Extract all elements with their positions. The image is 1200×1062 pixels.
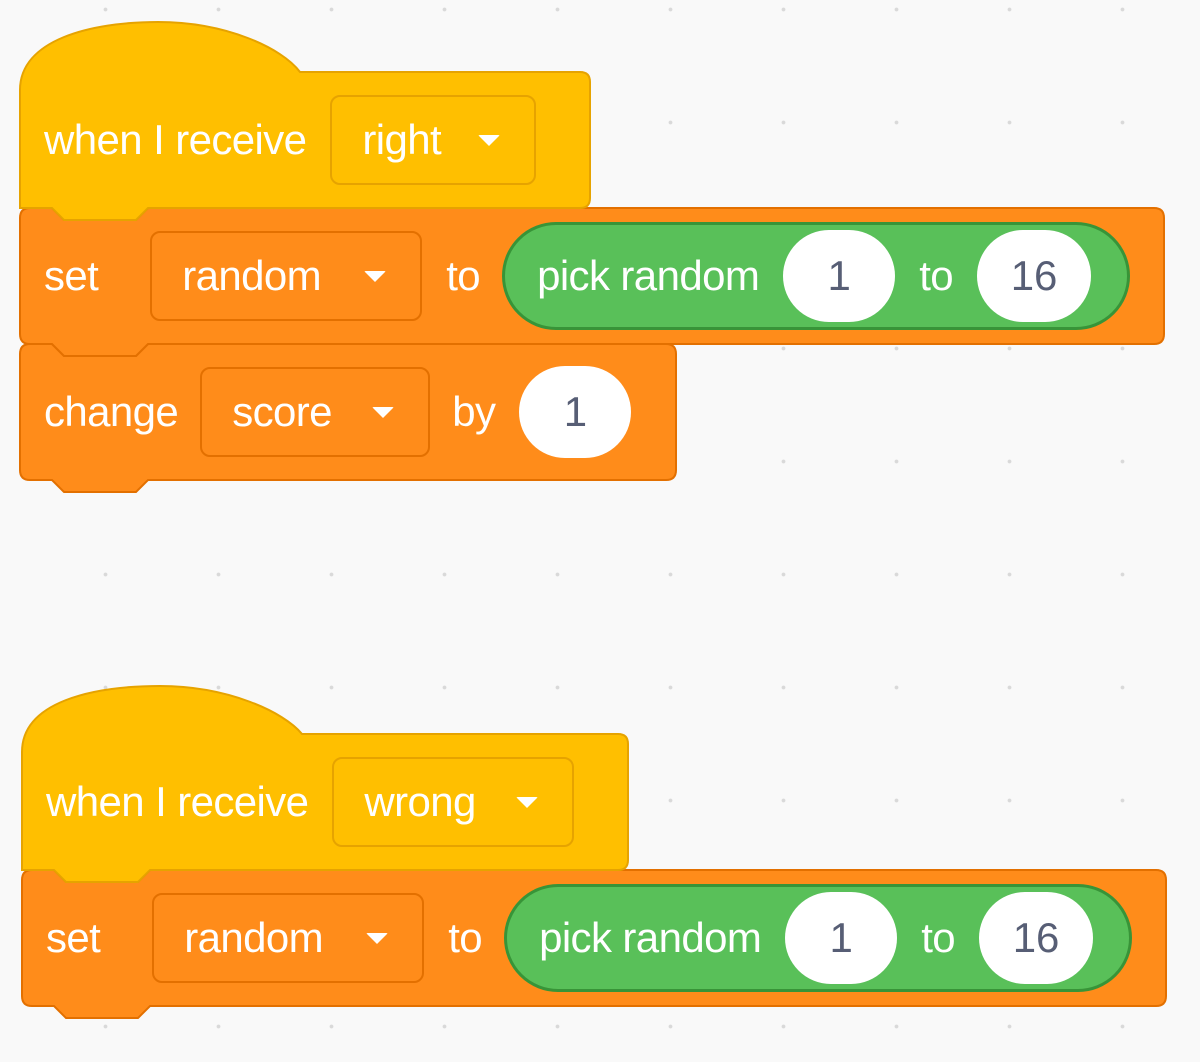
pick-random-from-input[interactable]: 1 — [785, 892, 898, 984]
pick-random-reporter[interactable]: pick random 1 to 16 — [504, 884, 1133, 992]
pick-random-to-label: to — [921, 914, 956, 961]
set-to-label: to — [448, 914, 483, 961]
variable-dropdown-random[interactable]: random — [152, 893, 425, 983]
code-workspace[interactable]: when I receive right set random to pick … — [0, 0, 1200, 1062]
set-label: set — [46, 914, 101, 961]
dropdown-caret-icon — [516, 796, 539, 808]
dropdown-caret-icon — [366, 932, 389, 944]
message-dropdown-wrong[interactable]: wrong — [332, 757, 575, 847]
message-dropdown-value: wrong — [364, 778, 476, 825]
variable-dropdown-value: random — [184, 914, 324, 961]
set-row: set random to pick random 1 to 16 — [46, 884, 1133, 992]
pick-random-to-input[interactable]: 16 — [979, 892, 1094, 984]
pick-random-label: pick random — [539, 914, 762, 961]
hat-row: when I receive wrong — [46, 756, 575, 848]
when-i-receive-label: when I receive — [46, 778, 309, 825]
